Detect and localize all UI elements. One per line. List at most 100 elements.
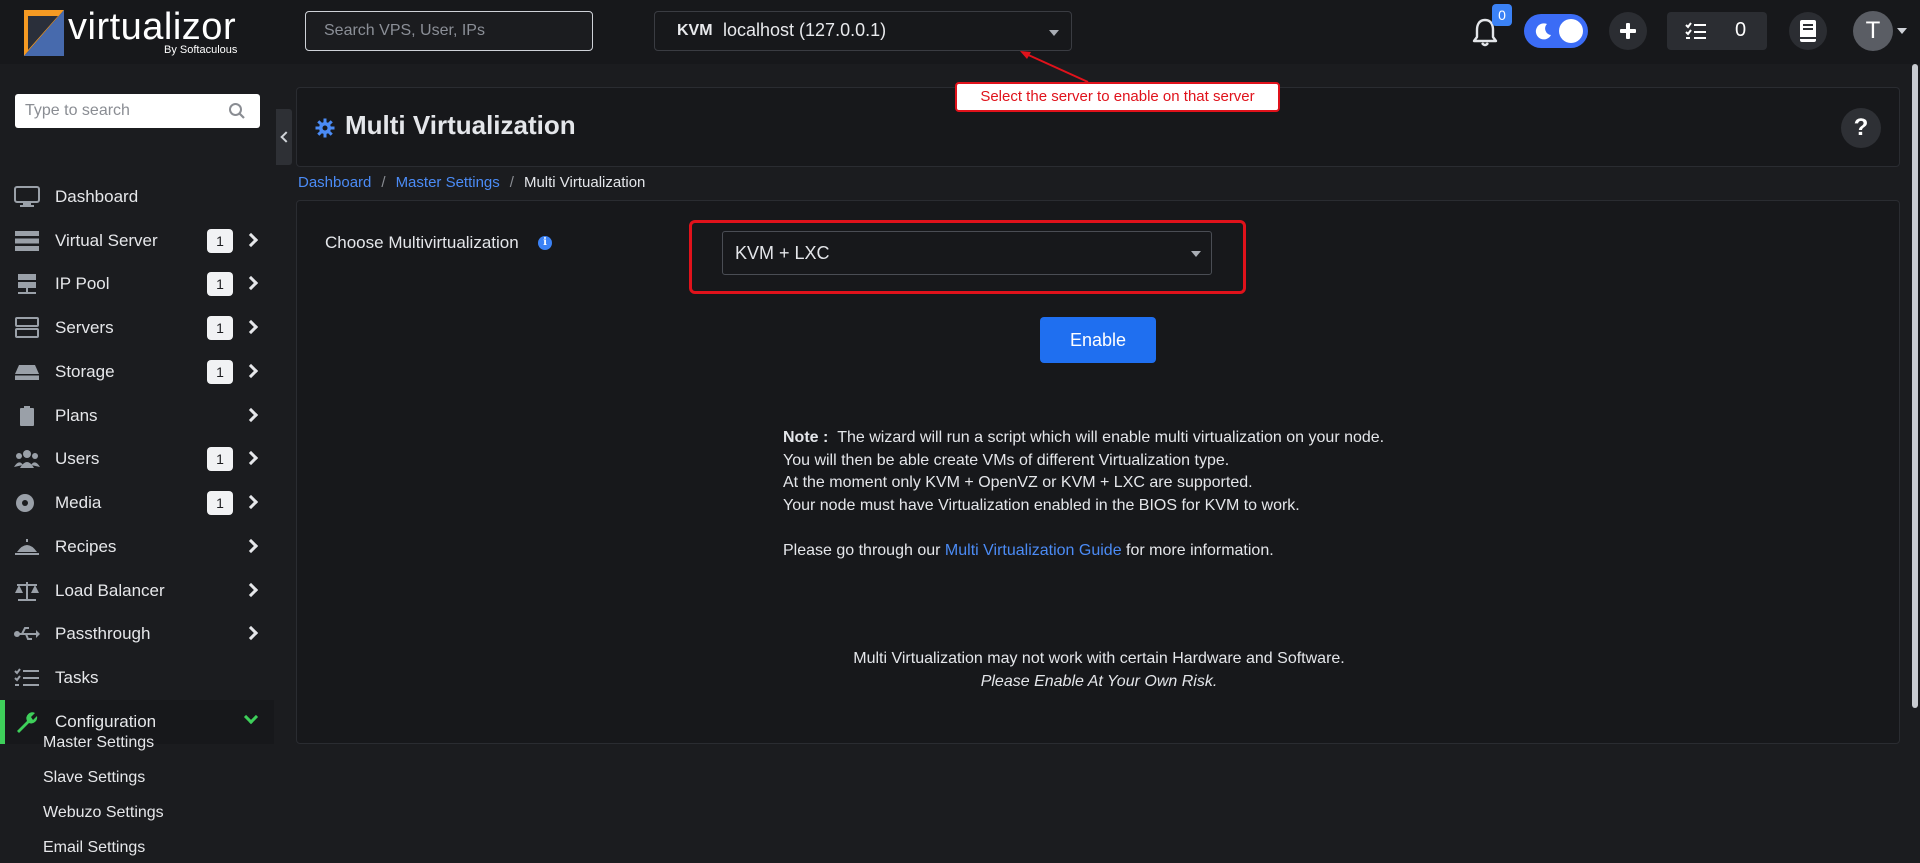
sidebar-item-ip-pool[interactable]: IP Pool 1 xyxy=(0,262,274,306)
search-icon[interactable] xyxy=(228,102,246,120)
sidebar-collapse-button[interactable] xyxy=(276,109,292,165)
warning-line-emphasis: Please Enable At Your Own Risk. xyxy=(980,673,1218,690)
breadcrumb-separator: / xyxy=(509,174,514,191)
sidebar-item-label: Virtual Server xyxy=(55,231,158,250)
servers-icon xyxy=(15,317,39,338)
sidebar: Dashboard Virtual Server 1 IP Pool 1 Ser… xyxy=(0,64,274,863)
note-line: You will then be able create VMs of diff… xyxy=(783,451,1230,469)
add-button[interactable] xyxy=(1609,12,1647,50)
breadcrumb-dashboard-link[interactable]: Dashboard xyxy=(298,174,371,191)
sidebar-item-label: Servers xyxy=(55,318,114,337)
tasks-icon xyxy=(14,668,39,686)
sidebar-item-dashboard[interactable]: Dashboard xyxy=(0,175,274,219)
sidebar-item-servers[interactable]: Servers 1 xyxy=(0,306,274,350)
sidebar-subitem-webuzo-settings[interactable]: Webuzo Settings xyxy=(43,804,164,822)
chevron-right-icon xyxy=(243,407,259,423)
brand-sub: By Softaculous xyxy=(164,44,238,56)
sidebar-subitem-master-settings[interactable]: Master Settings xyxy=(43,734,154,752)
help-button[interactable]: ? xyxy=(1841,108,1881,148)
dish-icon xyxy=(15,539,39,555)
sidebar-item-tasks[interactable]: Tasks xyxy=(0,656,274,700)
chevron-down-icon xyxy=(1191,251,1201,257)
avatar-chevron-down-icon[interactable] xyxy=(1897,28,1907,34)
count-badge: 1 xyxy=(207,316,233,340)
sidebar-item-users[interactable]: Users 1 xyxy=(0,437,274,481)
count-badge: 1 xyxy=(207,491,233,515)
breadcrumb-separator: / xyxy=(381,174,386,191)
breadcrumb: Dashboard / Master Settings / Multi Virtuali… xyxy=(298,174,645,191)
multivirtualization-selected-value: KVM + LXC xyxy=(735,243,830,263)
note-line: At the moment only KVM + OpenVZ or KVM +… xyxy=(783,474,1253,492)
disc-icon xyxy=(16,494,34,512)
sidebar-item-media[interactable]: Media 1 xyxy=(0,481,274,525)
moon-icon xyxy=(1535,23,1551,40)
sidebar-item-label: Users xyxy=(55,449,100,468)
book-icon xyxy=(1800,20,1816,42)
note-label: Note : xyxy=(783,429,829,446)
warning-line: Multi Virtualization may not work with c… xyxy=(853,650,1345,667)
sidebar-item-recipes[interactable]: Recipes xyxy=(0,525,274,569)
sidebar-item-label: Configuration xyxy=(55,712,157,731)
sidebar-item-passthrough[interactable]: Passthrough xyxy=(0,612,274,656)
sidebar-item-label: Recipes xyxy=(55,537,117,556)
tasks-button[interactable]: 0 xyxy=(1667,12,1767,50)
note-text: Note : The wizard will run a script whic… xyxy=(783,427,1384,563)
notification-count-badge: 0 xyxy=(1492,4,1512,26)
sidebar-subitem-email-settings[interactable]: Email Settings xyxy=(43,839,145,857)
chevron-right-icon xyxy=(243,625,259,641)
note-line: The wizard will run a script which will … xyxy=(837,429,1385,446)
multivirtualization-select[interactable]: KVM + LXC xyxy=(722,231,1212,275)
chevron-right-icon xyxy=(243,450,259,466)
multivirtualization-label: Choose Multivirtualization xyxy=(325,233,519,252)
top-search-input[interactable] xyxy=(305,11,593,51)
page-scrollbar[interactable] xyxy=(1912,64,1918,708)
note-line: Your node must have Virtualization enabl… xyxy=(783,496,1300,514)
server-stack-icon xyxy=(15,231,39,251)
annotation-callout: Select the server to enable on that serv… xyxy=(955,82,1280,112)
clipboard-icon xyxy=(20,406,34,426)
info-icon[interactable]: i xyxy=(538,236,552,250)
sidebar-item-storage[interactable]: Storage 1 xyxy=(0,350,274,394)
server-select[interactable]: KVM localhost (127.0.0.1) xyxy=(654,11,1072,51)
sidebar-item-label: Tasks xyxy=(55,668,99,687)
chevron-right-icon xyxy=(243,538,259,554)
breadcrumb-master-settings-link[interactable]: Master Settings xyxy=(396,174,500,191)
server-type: KVM xyxy=(677,22,713,39)
chevron-right-icon xyxy=(243,494,259,510)
ip-pool-icon xyxy=(18,274,36,294)
count-badge: 1 xyxy=(207,272,233,296)
chevron-right-icon xyxy=(243,319,259,335)
count-badge: 1 xyxy=(207,360,233,384)
sidebar-search-input[interactable] xyxy=(15,94,260,128)
breadcrumb-current: Multi Virtualization xyxy=(523,174,646,191)
brand-name: virtualizor xyxy=(68,6,237,48)
chevron-right-icon xyxy=(243,275,259,291)
multi-virtualization-guide-link[interactable]: Multi Virtualization Guide xyxy=(945,542,1122,559)
top-bar: virtualizor By Softaculous KVM localhost… xyxy=(0,0,1920,64)
chevron-down-icon xyxy=(243,709,259,725)
hdd-icon xyxy=(15,365,39,380)
guide-prefix: Please go through our xyxy=(783,541,941,559)
balance-scale-icon xyxy=(15,582,39,601)
theme-toggle[interactable] xyxy=(1524,14,1588,48)
sidebar-item-label: Plans xyxy=(55,406,98,425)
tasks-count: 0 xyxy=(1735,19,1747,41)
sidebar-item-label: Load Balancer xyxy=(55,581,165,600)
users-icon xyxy=(14,450,40,468)
sidebar-item-virtual-server[interactable]: Virtual Server 1 xyxy=(0,219,274,263)
warning-text: Multi Virtualization may not work with c… xyxy=(297,647,1901,693)
sidebar-item-label: IP Pool xyxy=(55,274,110,293)
sidebar-item-plans[interactable]: Plans xyxy=(0,394,274,438)
page-title: Multi Virtualization xyxy=(345,110,576,140)
wrench-icon xyxy=(17,712,38,733)
documentation-button[interactable] xyxy=(1789,12,1827,50)
usb-icon xyxy=(14,627,40,640)
chevron-down-icon xyxy=(1049,30,1059,36)
sidebar-item-label: Storage xyxy=(55,362,115,381)
enable-button[interactable]: Enable xyxy=(1040,317,1156,363)
virtualizor-logo[interactable]: virtualizor By Softaculous xyxy=(24,6,264,58)
user-avatar[interactable]: T xyxy=(1853,11,1893,51)
sidebar-subitem-slave-settings[interactable]: Slave Settings xyxy=(43,769,145,787)
sidebar-item-load-balancer[interactable]: Load Balancer xyxy=(0,569,274,613)
count-badge: 1 xyxy=(207,229,233,253)
